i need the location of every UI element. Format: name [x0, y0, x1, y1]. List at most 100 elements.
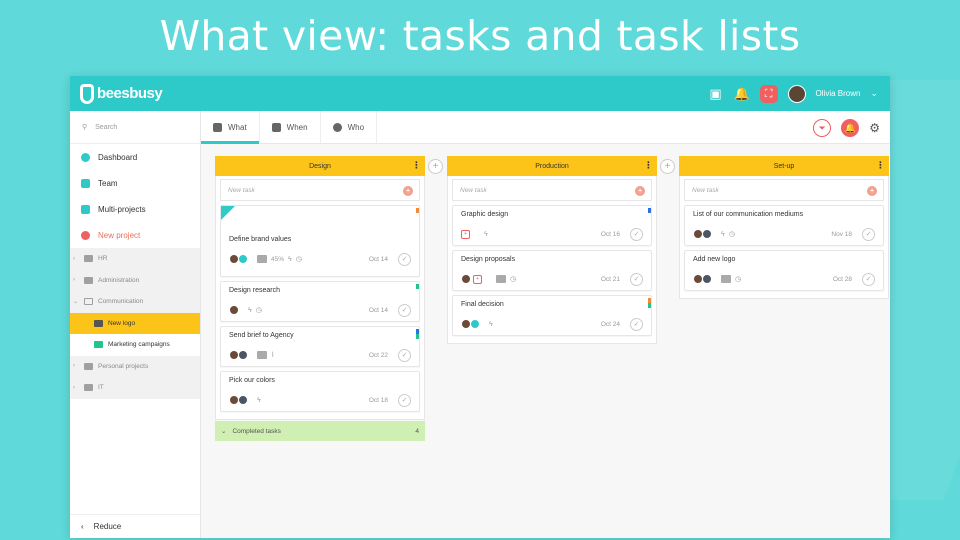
complete-check-icon[interactable]: ✓ — [862, 227, 875, 241]
project-new-logo[interactable]: New logo — [70, 312, 200, 334]
sidebar-item-label: New project — [98, 230, 141, 240]
task-card[interactable]: Send brief to Agency ⌇ Oct 22 ✓ — [220, 326, 420, 367]
folder-icon — [84, 255, 93, 263]
complete-check-icon[interactable]: ✓ — [630, 272, 643, 286]
avatar — [461, 274, 471, 284]
project-communication[interactable]: ⌄ Communication — [70, 291, 200, 313]
project-hr[interactable]: › HR — [70, 248, 200, 270]
task-card[interactable]: Design proposals + ◷ Oct 21 ✓ — [452, 250, 652, 291]
sidebar-item-dashboard[interactable]: Dashboard — [70, 144, 200, 170]
project-it[interactable]: › IT — [70, 377, 200, 399]
due-date: Oct 22 — [368, 351, 388, 359]
user-name[interactable]: Olivia Brown — [816, 89, 861, 98]
clock-icon: ◷ — [735, 276, 742, 283]
sidebar-item-new-project[interactable]: New project — [70, 222, 200, 248]
tab-who[interactable]: Who — [321, 111, 378, 143]
task-card[interactable]: Define brand values 45% ϟ ◷ Oct 14 ✓ — [220, 205, 420, 277]
project-administration[interactable]: › Administration — [70, 270, 200, 292]
task-list-set-up: Set-up ⋮ New task + List of our communic… — [679, 156, 889, 441]
search-input[interactable]: ⚲ Search — [70, 111, 200, 144]
page-headline: What view: tasks and task lists — [159, 12, 801, 60]
complete-check-icon[interactable]: ✓ — [398, 348, 411, 362]
top-bar: beesbusy ▣ 🔔 ⛶ Olivia Brown ⌄ — [70, 76, 890, 111]
complete-check-icon[interactable]: ✓ — [398, 393, 411, 407]
notification-icon[interactable]: 🔔 — [841, 118, 860, 137]
due-date: Oct 18 — [368, 396, 388, 404]
new-task-input[interactable]: New task + — [220, 179, 420, 201]
folder-open-icon — [84, 298, 93, 306]
new-task-input[interactable]: New task + — [684, 179, 884, 201]
sidebar-item-team[interactable]: Team — [70, 170, 200, 196]
chevron-down-icon[interactable]: ⌄ — [870, 88, 878, 99]
avatar[interactable] — [787, 84, 806, 103]
new-task-input[interactable]: New task + — [452, 179, 652, 201]
column-header[interactable]: Set-up ⋮ — [679, 156, 889, 176]
task-card[interactable]: List of our communication mediums ϟ ◷ No… — [684, 205, 884, 246]
task-board: Design ⋮ New task + Define brand values — [215, 156, 889, 441]
logo-text: beesbusy — [97, 85, 163, 102]
flag-icon — [648, 303, 651, 308]
completed-count: 4 — [415, 427, 419, 435]
add-icon[interactable]: + — [635, 186, 645, 196]
complete-check-icon[interactable]: ✓ — [862, 272, 875, 286]
column-header[interactable]: Design ⋮ — [215, 156, 425, 176]
add-icon — [81, 230, 90, 240]
due-date: Nov 18 — [831, 230, 852, 238]
complete-check-icon[interactable]: ✓ — [398, 252, 411, 266]
search-icon: ⚲ — [82, 124, 88, 131]
add-icon[interactable]: + — [867, 186, 877, 196]
chevron-right-icon[interactable]: › — [73, 363, 79, 369]
task-list-production: Production ⋮ New task + Graphic design + — [447, 156, 657, 441]
sidebar-item-multi-projects[interactable]: Multi-projects — [70, 196, 200, 222]
task-card[interactable]: Graphic design + ϟ Oct 16 ✓ — [452, 205, 652, 246]
complete-check-icon[interactable]: ✓ — [630, 227, 643, 241]
task-card[interactable]: Final decision ϟ Oct 24 ✓ — [452, 295, 652, 336]
task-card[interactable]: Add new logo ◷ Oct 28 ✓ — [684, 250, 884, 291]
add-list-button[interactable]: + — [660, 159, 675, 174]
due-date: Oct 14 — [368, 255, 388, 263]
avatar — [238, 254, 248, 264]
chevron-down-icon: ⌄ — [221, 428, 227, 435]
project-label: Personal projects — [98, 362, 149, 370]
tab-when[interactable]: When — [260, 111, 321, 143]
more-options-icon[interactable]: ⋮ — [412, 159, 421, 171]
project-personal-projects[interactable]: › Personal projects — [70, 356, 200, 378]
clock-icon: ◷ — [510, 276, 517, 283]
avatar — [229, 305, 239, 315]
more-options-icon[interactable]: ⋮ — [644, 159, 653, 171]
logo[interactable]: beesbusy — [80, 83, 163, 104]
add-list-button[interactable]: + — [428, 159, 443, 174]
chevron-left-icon: ‹ — [81, 522, 84, 531]
complete-check-icon[interactable]: ✓ — [398, 303, 411, 317]
chevron-right-icon[interactable]: › — [73, 277, 79, 283]
chevron-down-icon[interactable]: ⌄ — [73, 298, 79, 305]
chat-icon[interactable]: ▣ — [708, 86, 724, 102]
progress-percent: 45% — [271, 255, 285, 263]
comment-icon — [721, 275, 731, 283]
task-card[interactable]: Design research ϟ ◷ Oct 14 ✓ — [220, 281, 420, 322]
clock-icon: ◷ — [728, 231, 735, 238]
tab-what[interactable]: What — [201, 111, 260, 144]
task-title: Design research — [229, 287, 280, 294]
project-marketing-campaigns[interactable]: Marketing campaigns — [70, 334, 200, 356]
chevron-right-icon[interactable]: › — [73, 385, 79, 391]
completed-tasks-toggle[interactable]: ⌄ Completed tasks 4 — [215, 421, 425, 441]
logo-icon — [80, 83, 94, 104]
flag-icon — [416, 284, 419, 289]
filter-icon[interactable]: ⏷ — [813, 118, 832, 137]
complete-check-icon[interactable]: ✓ — [630, 317, 643, 331]
task-title: List of our communication mediums — [693, 211, 804, 218]
bell-icon[interactable]: 🔔 — [734, 86, 750, 102]
search-placeholder: Search — [95, 123, 118, 131]
task-card[interactable]: Pick our colors ϟ Oct 18 ✓ — [220, 371, 420, 412]
add-icon[interactable]: + — [403, 186, 413, 196]
completed-label: Completed tasks — [232, 427, 281, 435]
chevron-right-icon[interactable]: › — [73, 256, 79, 262]
team-icon — [81, 178, 90, 188]
gear-icon[interactable]: ⚙ — [869, 121, 880, 135]
column-header[interactable]: Production ⋮ — [447, 156, 657, 176]
reduce-button[interactable]: ‹ Reduce — [70, 514, 200, 538]
fullscreen-icon[interactable]: ⛶ — [759, 84, 778, 103]
sidebar: ⚲ Search Dashboard Team Multi-projects N… — [70, 111, 201, 538]
more-options-icon[interactable]: ⋮ — [876, 159, 885, 171]
